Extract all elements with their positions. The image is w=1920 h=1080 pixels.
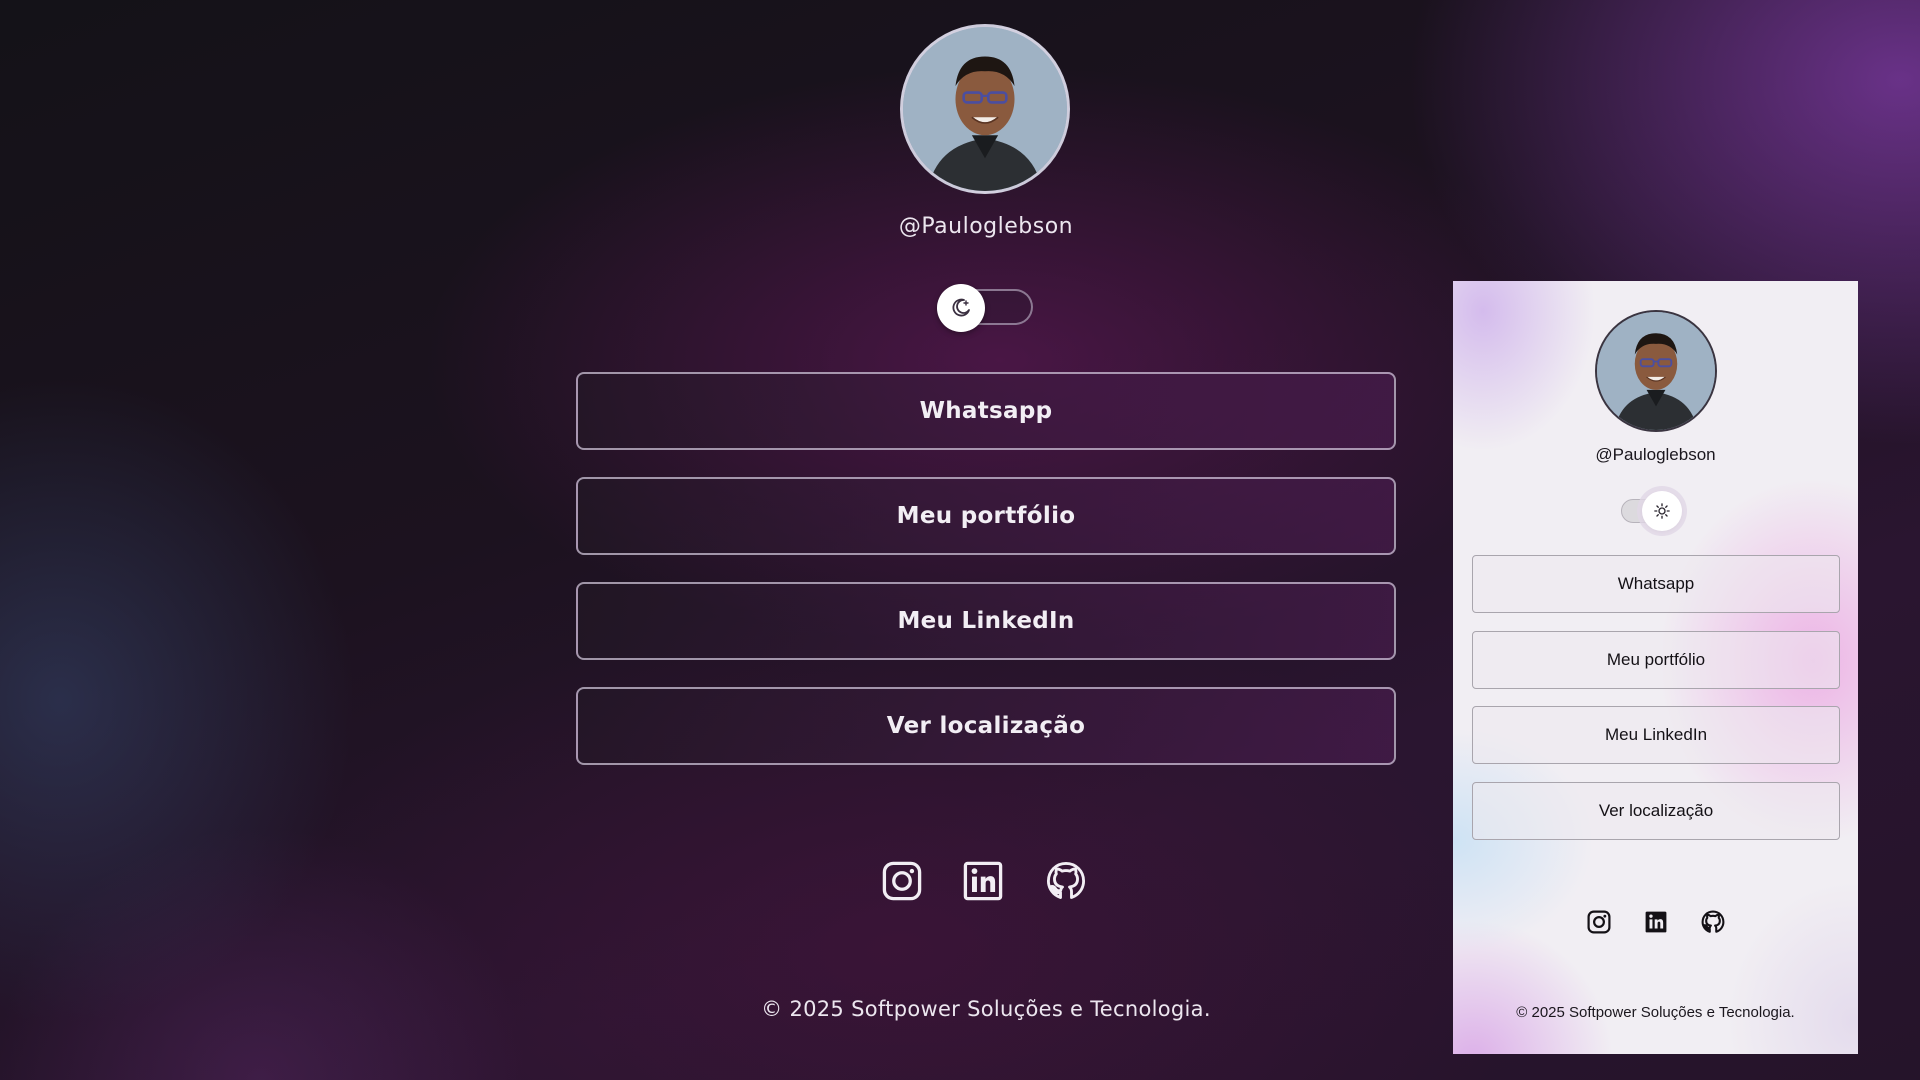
portfolio-button[interactable]: Meu portfólio	[576, 477, 1396, 555]
linkedin-button[interactable]: Meu LinkedIn	[576, 582, 1396, 660]
instagram-icon	[882, 861, 922, 901]
sun-icon	[1654, 503, 1670, 519]
instagram-link[interactable]	[880, 859, 924, 903]
github-link[interactable]	[1044, 859, 1088, 903]
footer-copyright: © 2025 Softpower Soluções e Tecnologia.	[761, 997, 1211, 1021]
portfolio-button[interactable]: Meu portfólio	[1472, 631, 1840, 689]
github-icon	[1701, 910, 1725, 933]
toggle-knob[interactable]	[937, 284, 985, 332]
dark-theme-view: @Pauloglebson Whatsapp Meu portfólio Meu…	[0, 0, 1440, 1080]
linkedin-icon	[1645, 911, 1667, 933]
linkedin-icon	[963, 861, 1003, 901]
light-theme-preview: @Pauloglebson Whatsapp Meu portfólio Meu…	[1453, 281, 1858, 1054]
avatar-photo	[903, 27, 1067, 191]
linkedin-link[interactable]	[961, 859, 1005, 903]
avatar	[900, 24, 1070, 194]
whatsapp-button[interactable]: Whatsapp	[576, 372, 1396, 450]
toggle-knob[interactable]	[1642, 491, 1682, 531]
avatar	[1595, 310, 1717, 432]
username: @Pauloglebson	[898, 214, 1074, 239]
linkedin-button[interactable]: Meu LinkedIn	[1472, 706, 1840, 764]
github-link[interactable]	[1700, 909, 1726, 935]
instagram-link[interactable]	[1586, 909, 1612, 935]
theme-toggle[interactable]	[937, 284, 1033, 332]
theme-toggle[interactable]	[1621, 491, 1682, 531]
linkedin-link[interactable]	[1643, 909, 1669, 935]
whatsapp-button[interactable]: Whatsapp	[1472, 555, 1840, 613]
username: @Pauloglebson	[1595, 445, 1716, 464]
github-icon	[1046, 861, 1086, 899]
instagram-icon	[1587, 910, 1611, 934]
location-button[interactable]: Ver localização	[576, 687, 1396, 765]
moon-icon	[952, 298, 970, 317]
avatar-photo	[1597, 312, 1715, 430]
location-button[interactable]: Ver localização	[1472, 782, 1840, 840]
footer-copyright: © 2025 Softpower Soluções e Tecnologia.	[1516, 1004, 1795, 1021]
